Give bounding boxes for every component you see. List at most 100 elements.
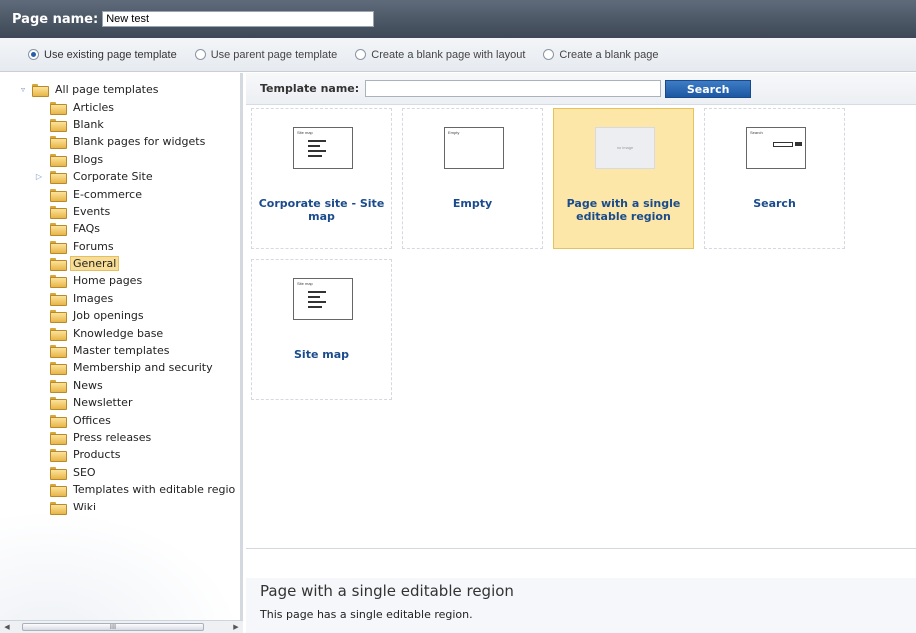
thumbnail-caption: Search [750,130,763,135]
search-button-icon [795,142,802,146]
tree-item[interactable]: Job openings [0,307,240,324]
radio-blank-with-layout[interactable] [355,49,367,60]
tree-item[interactable]: Events [0,203,240,220]
tree-item[interactable]: Products [0,446,240,463]
tree-item[interactable]: Master templates [0,342,240,359]
template-name-label: Template name: [260,82,360,95]
template-thumbnail: Site map [293,127,353,169]
page-name-input[interactable] [102,11,375,27]
folder-icon [50,188,67,202]
tree-item[interactable]: E-commerce [0,185,240,202]
tree-item-label: Home pages [73,274,143,288]
folder-icon [50,258,67,272]
tree-item[interactable]: Images [0,290,240,307]
tree-item-label: Newsletter [73,396,133,410]
search-button[interactable]: Search [665,79,752,98]
tree-item[interactable]: News [0,377,240,394]
option-blank-page[interactable]: Create a blank page [543,49,658,61]
tree-item-label: Articles [73,100,115,114]
list-lines-icon [308,291,326,311]
template-name-input[interactable] [365,80,662,97]
tree-item-label: Forums [73,239,114,253]
folder-icon [50,414,67,428]
folder-icon [50,484,67,498]
option-label: Create a blank page with layout [371,48,526,61]
tree-item[interactable]: Forums [0,238,240,255]
template-option-group: Use existing page template Use parent pa… [0,38,916,72]
tree-item-label: Events [73,204,111,218]
folder-icon [50,205,67,219]
page-name-label: Page name: [12,11,99,27]
tree-item-label: Membership and security [73,361,213,375]
folder-icon [50,397,67,411]
tree-item[interactable]: FAQs [0,220,240,237]
tree-item-root[interactable]: ▿ All page templates [0,81,240,98]
tree-item[interactable]: Press releases [0,429,240,446]
folder-icon [50,136,67,150]
tree-background-decoration [0,510,240,620]
tree-item[interactable]: Templates with editable regio [0,481,240,498]
folder-icon [50,449,67,463]
expand-arrow-icon[interactable]: ▷ [34,172,44,182]
template-tile[interactable]: no image Page with a single editable regi… [553,108,694,249]
tree-item[interactable]: Home pages [0,272,240,289]
list-lines-icon [308,140,326,160]
tree-item[interactable]: Blank [0,116,240,133]
template-tile[interactable]: Site map Corporate site - Site map [251,108,392,249]
tree-item-label: Job openings [73,309,144,323]
tree-item-label: Blank [73,117,104,131]
tree-item[interactable]: Offices [0,411,240,428]
option-label: Use existing page template [44,48,177,61]
tree-item[interactable]: Newsletter [0,394,240,411]
option-label: Use parent page template [210,48,338,61]
tree-item[interactable]: Articles [0,98,240,115]
folder-icon [50,171,67,185]
search-field-icon [773,142,793,147]
radio-use-existing-template[interactable] [28,49,39,60]
template-tile[interactable]: Search Search [704,108,845,249]
folder-icon [50,466,67,480]
template-search-bar: Template name: Search [246,73,916,105]
tree-horizontal-scrollbar[interactable]: ◀ III ▶ [0,620,243,633]
template-name: Corporate site - Site map [258,197,385,223]
tree-item[interactable]: General [0,255,240,272]
tree-item[interactable]: SEO [0,464,240,481]
collapse-arrow-icon[interactable]: ▿ [18,85,28,95]
folder-icon [32,84,49,98]
folder-icon [50,362,67,376]
folder-icon [50,101,67,115]
tree-item[interactable]: Knowledge base [0,324,240,341]
tree-item-label: Blogs [73,152,104,166]
folder-icon [50,310,67,324]
template-tile[interactable]: Empty Empty [402,108,543,249]
folder-icon [50,223,67,237]
tree-item-label: Blank pages for widgets [73,135,206,149]
scroll-right-arrow-icon[interactable]: ▶ [229,621,243,633]
template-name: Empty [452,197,493,210]
tree-item[interactable]: Blank pages for widgets [0,133,240,150]
thumbnail-caption: no image [616,145,634,150]
tree-item-label: E-commerce [73,187,142,201]
folder-icon [50,275,67,289]
tree-item[interactable]: ▷ Corporate Site [0,168,240,185]
page-name-bar: Page name: [0,0,916,38]
option-use-parent-template[interactable]: Use parent page template [194,48,338,61]
tree-item-label: SEO [73,465,96,479]
template-thumbnail: Empty [444,127,504,169]
folder-icon [50,432,67,445]
option-use-existing-template[interactable]: Use existing page template [28,49,177,61]
scroll-left-arrow-icon[interactable]: ◀ [0,621,14,633]
template-tile[interactable]: Site map Site map [251,259,392,400]
template-thumbnail: Search [746,127,806,169]
radio-blank-page[interactable] [543,49,555,60]
radio-use-parent-template[interactable] [194,49,206,60]
folder-icon [50,345,67,359]
thumbnail-caption: Site map [297,281,313,286]
folder-icon [50,292,67,306]
folder-icon [50,379,67,393]
option-blank-with-layout[interactable]: Create a blank page with layout [355,49,525,61]
template-name: Search [753,197,796,210]
tree-item[interactable]: Membership and security [0,359,240,376]
tree-item[interactable]: Blogs [0,151,240,168]
scrollbar-thumb[interactable]: III [22,623,204,631]
